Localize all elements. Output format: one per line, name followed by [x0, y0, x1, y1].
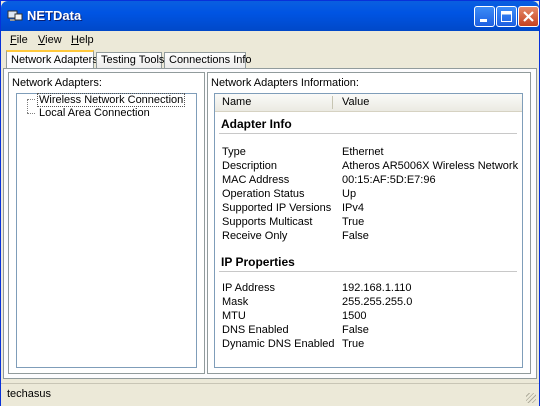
tab-network-adapters[interactable]: Network Adapters — [6, 50, 98, 69]
list-header: Name Value — [215, 94, 522, 112]
network-app-icon — [7, 8, 23, 24]
minimize-button[interactable] — [474, 6, 495, 27]
tree-connector — [27, 113, 35, 114]
close-button[interactable] — [518, 6, 539, 27]
adapters-group: Network Adapters: Wireless Network Conne… — [8, 72, 205, 374]
row-name: Supports Multicast — [222, 216, 313, 228]
row-name: Operation Status — [222, 188, 305, 200]
menu-help[interactable]: Help — [71, 34, 94, 46]
tab-strip: Network Adapters Testing Tools Connectio… — [1, 50, 539, 70]
row-value: True — [342, 216, 365, 228]
row-name: MTU — [222, 310, 246, 322]
tab-page: Network Adapters: Wireless Network Conne… — [3, 68, 537, 379]
row-value: 255.255.255.0 — [342, 296, 413, 308]
row-name: Supported IP Versions — [222, 202, 332, 214]
row-value: Ethernet — [342, 146, 384, 158]
row-value: Atheros AR5006X Wireless Network ... — [342, 160, 523, 172]
menu-view[interactable]: View — [38, 34, 62, 46]
row-value: False — [342, 324, 369, 336]
group-divider — [219, 133, 517, 134]
app-window: NETData File View Help Network Adapters … — [0, 0, 540, 406]
column-value[interactable]: Value — [342, 96, 369, 108]
status-bar: techasus — [1, 383, 539, 406]
row-value: True — [342, 338, 365, 350]
row-name: Dynamic DNS Enabled — [222, 338, 335, 350]
menu-file[interactable]: File — [10, 34, 28, 46]
tree-item-wireless[interactable]: Wireless Network Connection — [37, 93, 186, 107]
info-group: Network Adapters Information: Name Value… — [207, 72, 531, 374]
row-name: MAC Address — [222, 174, 290, 186]
window-title: NETData — [27, 8, 82, 23]
group-divider — [219, 271, 517, 272]
row-value: False — [342, 230, 369, 242]
group-adapter-info: Adapter Info — [221, 117, 292, 131]
title-bar[interactable]: NETData — [1, 1, 539, 31]
row-name: DNS Enabled — [222, 324, 289, 336]
column-name[interactable]: Name — [222, 96, 251, 108]
tab-connections-info[interactable]: Connections Info — [164, 52, 252, 68]
row-value: Up — [342, 188, 357, 200]
row-name: Type — [222, 146, 246, 158]
row-value: 1500 — [342, 310, 367, 322]
maximize-button[interactable] — [496, 6, 517, 27]
info-list[interactable]: Name Value Adapter Info Type Ethernet De… — [214, 93, 523, 368]
status-text: techasus — [7, 388, 52, 400]
adapters-tree[interactable]: Wireless Network Connection Local Area C… — [16, 93, 197, 368]
column-separator[interactable] — [332, 96, 333, 109]
row-name: Description — [222, 160, 278, 172]
tree-connector — [27, 99, 28, 113]
menu-bar: File View Help — [1, 31, 539, 50]
row-name: Receive Only — [222, 230, 288, 242]
info-label: Network Adapters Information: — [211, 77, 359, 89]
row-name: Mask — [222, 296, 249, 308]
row-value: IPv4 — [342, 202, 365, 214]
adapters-label: Network Adapters: — [12, 77, 102, 89]
row-value: 192.168.1.110 — [342, 282, 412, 294]
tree-connector — [27, 99, 35, 100]
tree-item-local-area[interactable]: Local Area Connection — [39, 107, 150, 119]
row-value: 00:15:AF:5D:E7:96 — [342, 174, 436, 186]
group-ip-properties: IP Properties — [221, 255, 295, 269]
row-name: IP Address — [222, 282, 275, 294]
resize-grip-icon[interactable] — [526, 393, 536, 403]
tab-testing-tools[interactable]: Testing Tools — [96, 52, 164, 68]
